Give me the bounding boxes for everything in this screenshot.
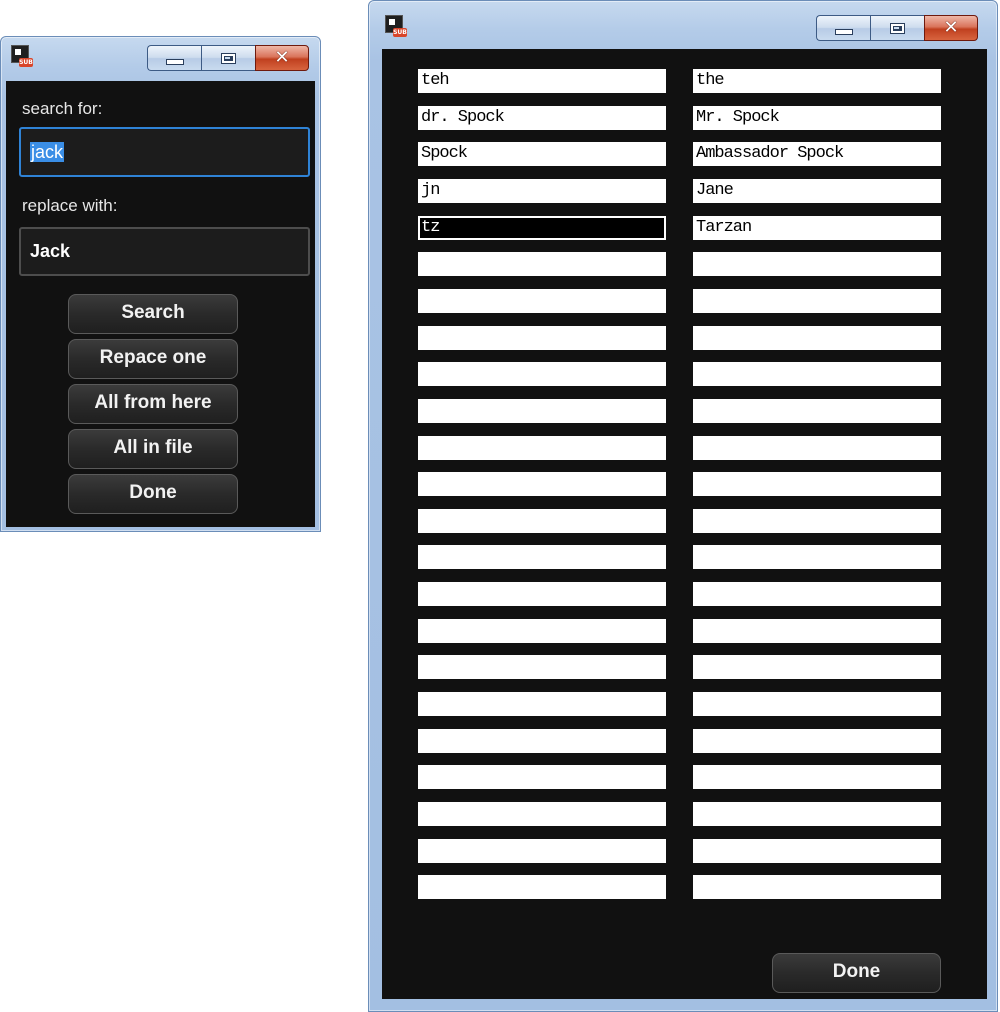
replace-field[interactable] (693, 509, 941, 533)
replace-one-button[interactable]: Repace one (68, 339, 238, 379)
replace-field[interactable]: Mr. Spock (693, 106, 941, 130)
replace-field[interactable] (693, 252, 941, 276)
find-field[interactable] (418, 839, 666, 863)
find-field[interactable] (418, 436, 666, 460)
close-button[interactable]: ✕ (255, 45, 309, 71)
dictionary-rows: teh the dr. Spock Mr. Spock Spock Ambassador … (382, 49, 987, 949)
find-field[interactable]: Spock (418, 142, 666, 166)
find-field[interactable] (418, 692, 666, 716)
search-input[interactable]: jack (19, 127, 310, 177)
replace-field[interactable] (693, 545, 941, 569)
minimize-icon (165, 59, 184, 65)
replace-field[interactable] (693, 362, 941, 386)
replace-field[interactable] (693, 729, 941, 753)
find-field[interactable] (418, 362, 666, 386)
minimize-icon (834, 29, 853, 35)
find-field[interactable] (418, 729, 666, 753)
find-field[interactable]: jn (418, 179, 666, 203)
search-window-client: search for: jack replace with: Jack Sear… (6, 81, 315, 527)
replace-field[interactable] (693, 399, 941, 423)
replace-field[interactable] (693, 765, 941, 789)
replace-field[interactable] (693, 692, 941, 716)
dictionary-app-icon-badge: SUB (393, 28, 407, 37)
find-field[interactable] (418, 875, 666, 899)
find-field[interactable]: dr. Spock (418, 106, 666, 130)
all-from-here-button[interactable]: All from here (68, 384, 238, 424)
dictionary-window: SUB ✕ teh the dr. Spock Mr. Spock Spock Ambas… (368, 0, 998, 1012)
find-field[interactable] (418, 326, 666, 350)
minimize-button[interactable] (147, 45, 201, 71)
find-field[interactable] (418, 289, 666, 313)
replace-with-label: replace with: (22, 196, 118, 215)
search-window-titlebar[interactable]: SUB ✕ (1, 37, 320, 81)
find-field[interactable] (418, 509, 666, 533)
replace-input-text: Jack (30, 241, 71, 261)
search-replace-window: SUB ✕ search for: jack replace with: Jac… (0, 36, 321, 532)
close-icon: ✕ (943, 17, 959, 38)
maximize-icon (890, 22, 905, 34)
search-for-label: search for: (22, 99, 103, 118)
maximize-icon (221, 52, 236, 64)
find-field[interactable] (418, 802, 666, 826)
find-field[interactable] (418, 655, 666, 679)
dictionary-maximize-button[interactable] (870, 15, 924, 41)
search-button[interactable]: Search (68, 294, 238, 334)
app-icon[interactable]: SUB (11, 45, 33, 67)
find-field[interactable] (418, 252, 666, 276)
find-field[interactable] (418, 399, 666, 423)
find-field[interactable] (418, 582, 666, 606)
replace-field[interactable]: the (693, 69, 941, 93)
replace-field[interactable] (693, 289, 941, 313)
dictionary-app-icon[interactable]: SUB (385, 15, 407, 37)
replace-field[interactable] (693, 619, 941, 643)
search-input-selected-text: jack (30, 142, 65, 162)
find-field[interactable]: tz (418, 216, 666, 240)
app-icon-badge: SUB (19, 58, 33, 67)
maximize-button[interactable] (201, 45, 255, 71)
all-in-file-button[interactable]: All in file (68, 429, 238, 469)
find-field[interactable] (418, 765, 666, 789)
dictionary-close-button[interactable]: ✕ (924, 15, 978, 41)
done-button[interactable]: Done (68, 474, 238, 514)
replace-field[interactable] (693, 472, 941, 496)
replace-input[interactable]: Jack (19, 227, 310, 276)
replace-field[interactable]: Jane (693, 179, 941, 203)
replace-field[interactable] (693, 582, 941, 606)
dictionary-done-button[interactable]: Done (772, 953, 941, 993)
replace-field[interactable]: Tarzan (693, 216, 941, 240)
dictionary-minimize-button[interactable] (816, 15, 870, 41)
replace-field[interactable] (693, 875, 941, 899)
find-field[interactable]: teh (418, 69, 666, 93)
replace-field[interactable]: Ambassador Spock (693, 142, 941, 166)
find-field[interactable] (418, 472, 666, 496)
replace-field[interactable] (693, 326, 941, 350)
find-field[interactable] (418, 545, 666, 569)
replace-field[interactable] (693, 802, 941, 826)
dictionary-client: teh the dr. Spock Mr. Spock Spock Ambassador … (382, 49, 987, 999)
close-icon: ✕ (274, 47, 290, 68)
dictionary-window-titlebar[interactable]: SUB ✕ (369, 1, 997, 49)
replace-field[interactable] (693, 839, 941, 863)
replace-field[interactable] (693, 655, 941, 679)
replace-field[interactable] (693, 436, 941, 460)
find-field[interactable] (418, 619, 666, 643)
